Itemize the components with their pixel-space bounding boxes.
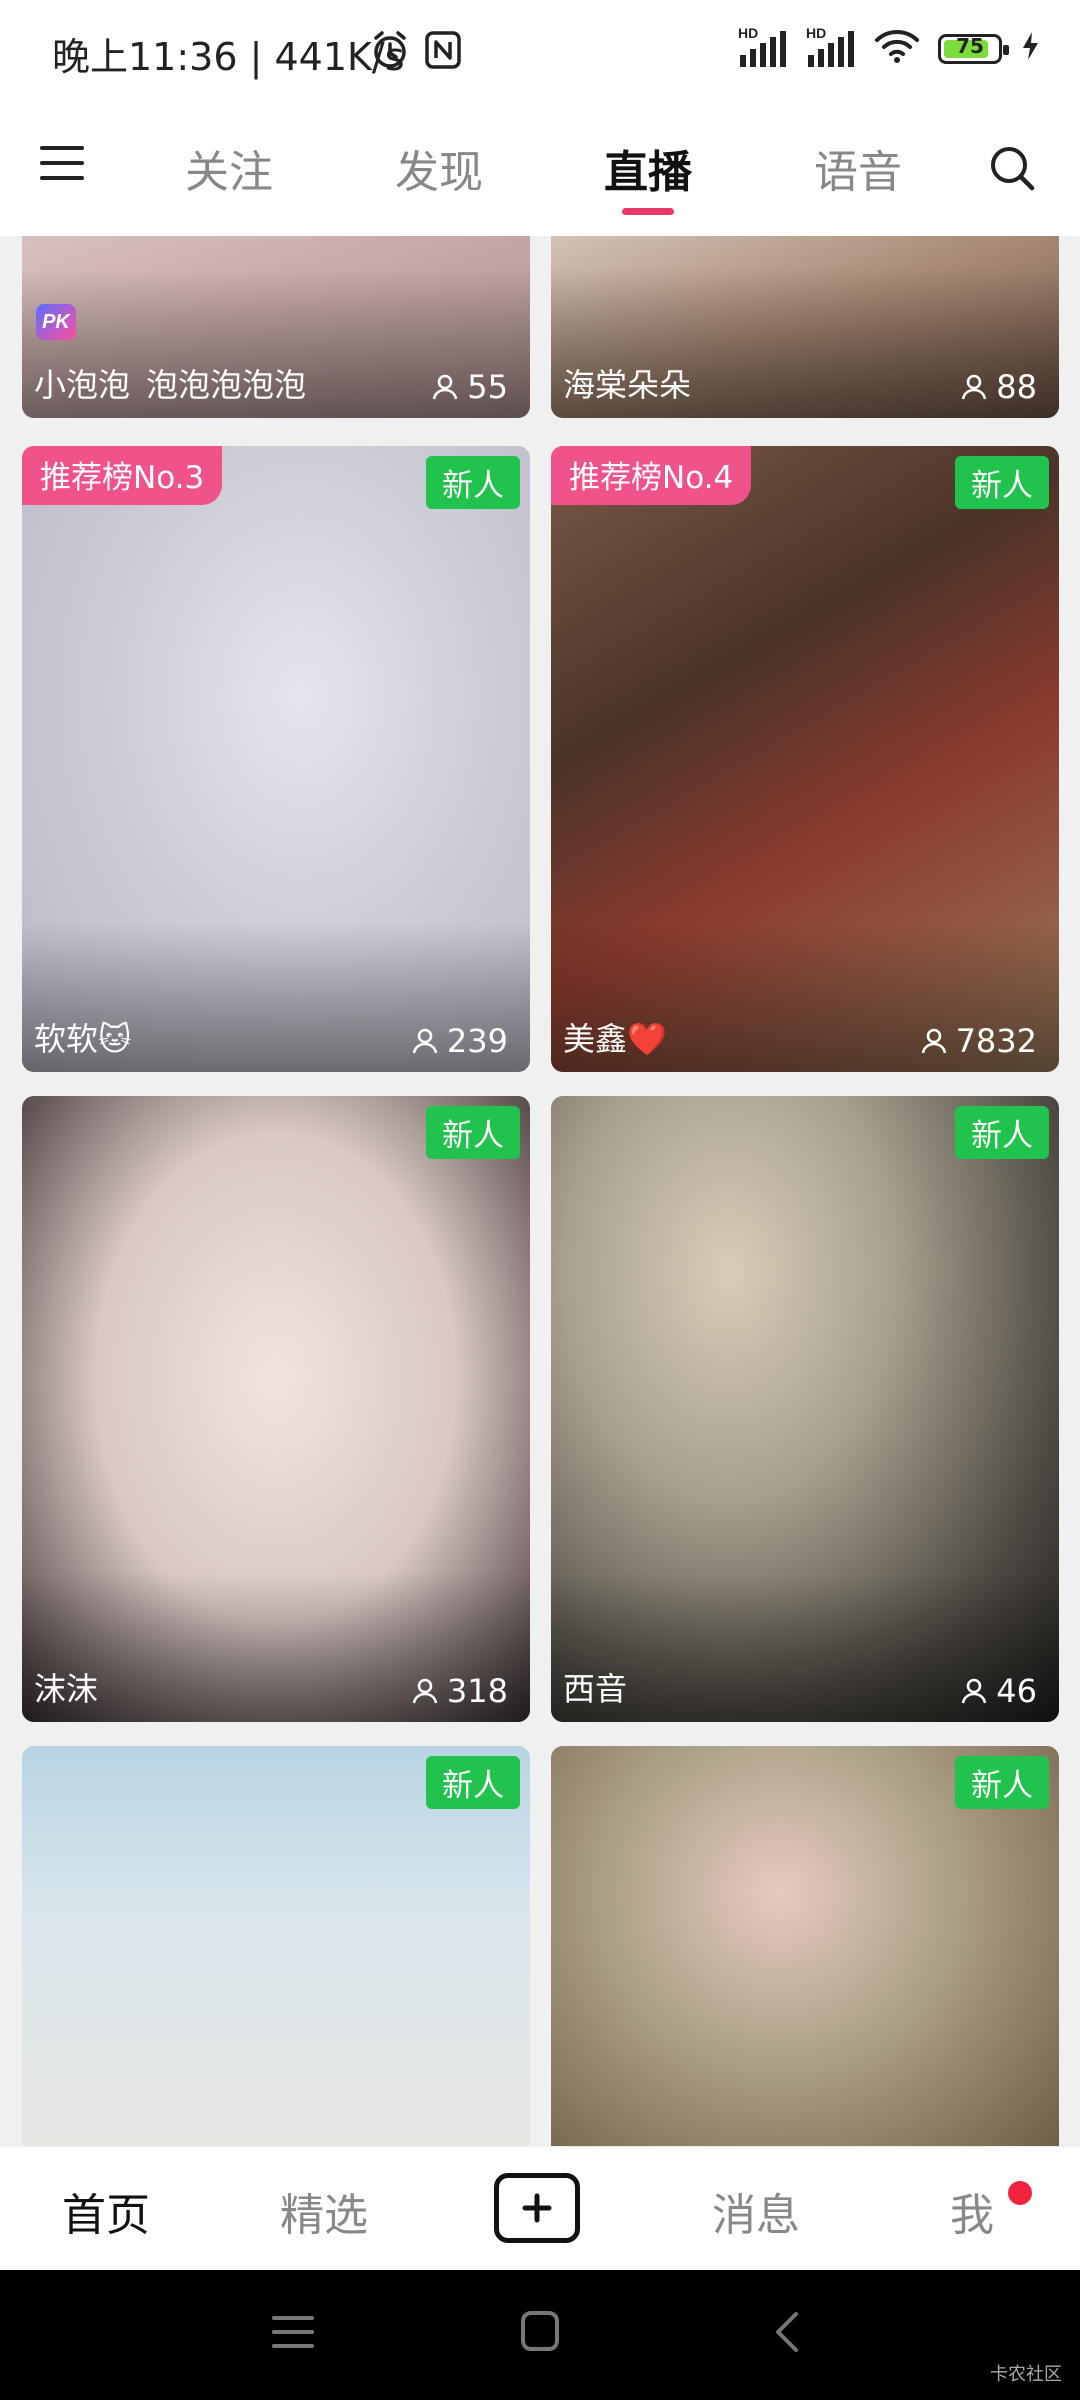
viewer-count-value: 88 (996, 368, 1037, 406)
streamer-name: 小泡泡 泡泡泡泡泡 (34, 366, 307, 404)
streamer-name: 西音 (563, 1670, 628, 1708)
viewer-count-value: 318 (446, 1672, 508, 1710)
viewer-icon (412, 1028, 438, 1054)
viewer-count-value: 7832 (955, 1022, 1037, 1060)
live-feed[interactable]: PK 小泡泡 泡泡泡泡泡 55 海棠朵朵 88 推荐榜No.3 新人 软软🐱 2… (0, 236, 1080, 2146)
add-button[interactable] (494, 2173, 580, 2243)
recent-apps-icon[interactable] (272, 2312, 314, 2357)
viewer-count: 318 (411, 1672, 508, 1710)
signal-icon-1: HD (738, 25, 788, 69)
streamer-name: 美鑫❤️ (563, 1020, 667, 1058)
alarm-icon (370, 30, 410, 75)
streamer-name: 软软🐱 (34, 1020, 132, 1058)
viewer-count-value: 239 (446, 1022, 508, 1060)
system-nav-bar: 卡农社区 (0, 2270, 1080, 2400)
viewer-icon (432, 374, 458, 400)
new-streamer-badge: 新人 (955, 1756, 1049, 1809)
viewer-icon (961, 1678, 987, 1704)
viewer-count: 7832 (920, 1022, 1037, 1060)
battery-indicator: 75 (938, 33, 1009, 64)
new-streamer-badge: 新人 (426, 1756, 520, 1809)
nav-featured[interactable]: 精选 (280, 2179, 368, 2243)
live-card[interactable]: 新人 沫沫 318 (22, 1096, 530, 1722)
notification-dot (1008, 2181, 1032, 2205)
search-icon[interactable] (988, 144, 1036, 192)
live-card[interactable]: 海棠朵朵 88 (551, 236, 1059, 418)
viewer-count-value: 46 (996, 1672, 1037, 1710)
viewer-count: 55 (431, 368, 508, 406)
nav-messages[interactable]: 消息 (712, 2179, 800, 2243)
tab-voice[interactable]: 语音 (814, 136, 902, 200)
ranking-badge: 推荐榜No.3 (22, 446, 223, 505)
live-card[interactable]: PK 小泡泡 泡泡泡泡泡 55 (22, 236, 530, 418)
live-card[interactable]: 推荐榜No.3 新人 软软🐱 239 (22, 446, 530, 1072)
back-icon[interactable] (772, 2310, 802, 2359)
signal-icon-2: HD (806, 25, 856, 69)
new-streamer-badge: 新人 (426, 1106, 520, 1159)
pk-badge: PK (36, 304, 76, 340)
viewer-count: 88 (960, 368, 1037, 406)
wifi-icon (874, 28, 920, 69)
viewer-count-value: 55 (467, 368, 508, 406)
viewer-count: 46 (960, 1672, 1037, 1710)
live-card[interactable]: 推荐榜No.4 新人 美鑫❤️ 7832 (551, 446, 1059, 1072)
live-card[interactable]: 新人 (22, 1746, 530, 2146)
home-icon[interactable] (520, 2310, 560, 2357)
tab-following[interactable]: 关注 (185, 136, 273, 200)
top-nav: 关注 发现 直播 语音 (0, 100, 1080, 236)
new-streamer-badge: 新人 (955, 1106, 1049, 1159)
watermark: 卡农社区 (990, 2364, 1062, 2385)
viewer-icon (921, 1028, 946, 1054)
live-card[interactable]: 新人 (551, 1746, 1059, 2146)
active-tab-indicator (622, 208, 674, 215)
tab-discover[interactable]: 发现 (395, 136, 483, 200)
streamer-name: 海棠朵朵 (563, 366, 692, 404)
new-streamer-badge: 新人 (955, 456, 1049, 509)
nav-home[interactable]: 首页 (62, 2179, 150, 2243)
viewer-icon (961, 374, 987, 400)
viewer-count: 239 (411, 1022, 508, 1060)
battery-cap (1003, 44, 1009, 55)
nav-me[interactable]: 我 (950, 2179, 994, 2243)
plus-icon (522, 2193, 552, 2223)
bottom-nav: 首页 精选 消息 我 (0, 2146, 1080, 2271)
new-streamer-badge: 新人 (426, 456, 520, 509)
status-time: 晚上11:36 | 441K/s (52, 35, 405, 79)
status-bar: 晚上11:36 | 441K/s HD HD 75 (0, 0, 1080, 100)
live-card[interactable]: 新人 西音 46 (551, 1096, 1059, 1722)
charging-icon (1020, 30, 1040, 67)
streamer-name: 沫沫 (34, 1670, 99, 1708)
nfc-icon (424, 30, 462, 75)
battery-level: 75 (956, 33, 984, 58)
viewer-icon (412, 1678, 438, 1704)
tab-live[interactable]: 直播 (604, 136, 692, 200)
menu-icon[interactable] (40, 146, 84, 180)
ranking-badge: 推荐榜No.4 (551, 446, 752, 505)
